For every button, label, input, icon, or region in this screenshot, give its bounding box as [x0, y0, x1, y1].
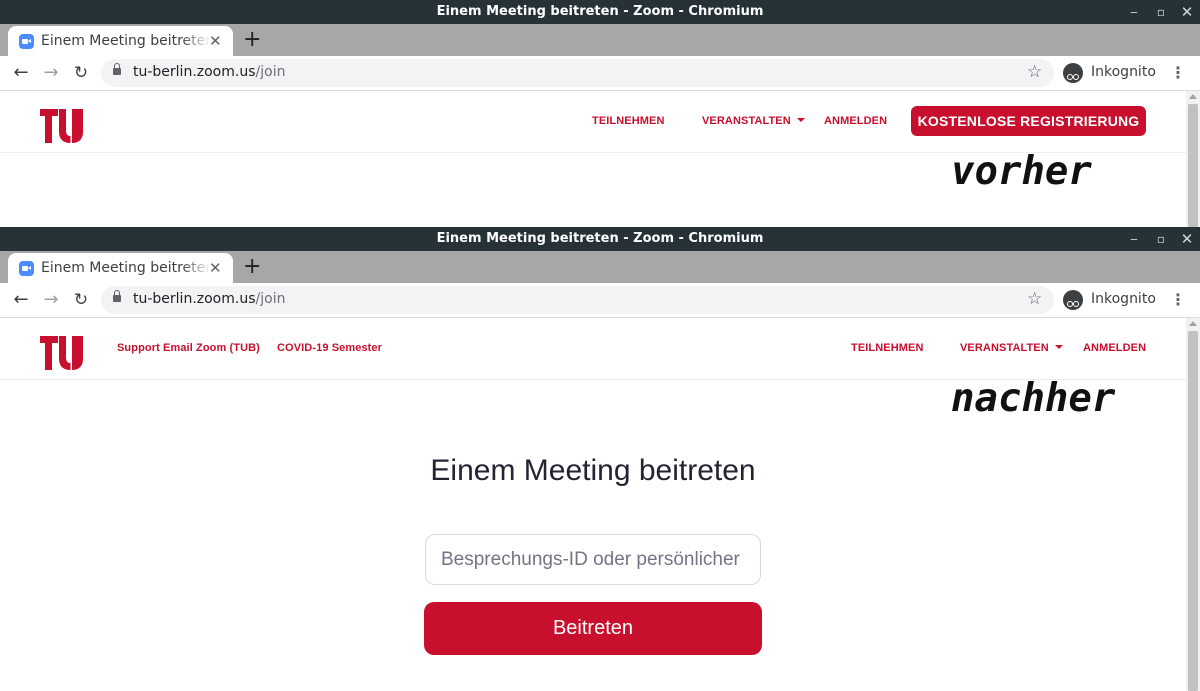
minimize-icon[interactable]: ‒	[1124, 227, 1144, 251]
browser-menu-icon[interactable]: ⋮	[1170, 288, 1186, 312]
reload-icon[interactable]: ↻	[69, 61, 93, 85]
lock-icon[interactable]	[113, 290, 121, 302]
window-title: Einem Meeting beitreten - Zoom - Chromiu…	[436, 4, 764, 19]
scrollbar-thumb[interactable]	[1188, 104, 1198, 227]
title-bar: Einem Meeting beitreten - Zoom - Chromiu…	[0, 227, 1200, 251]
page-scrollbar[interactable]	[1186, 91, 1200, 227]
close-window-icon[interactable]: ✕	[1177, 0, 1197, 24]
nav-signin-link[interactable]: ANMELDEN	[1083, 342, 1146, 354]
bookmark-star-icon[interactable]: ☆	[1027, 289, 1042, 309]
tu-berlin-logo[interactable]	[40, 109, 85, 143]
forward-arrow-icon[interactable]: →	[39, 288, 63, 312]
nav-join-link[interactable]: TEILNEHMEN	[851, 342, 924, 354]
browser-menu-icon[interactable]: ⋮	[1170, 61, 1186, 85]
incognito-icon	[1063, 290, 1083, 310]
maximize-icon[interactable]: ▫	[1151, 227, 1171, 251]
scroll-up-arrow-icon[interactable]	[1189, 94, 1197, 99]
browser-toolbar: ← → ↻ tu-berlin.zoom.us/join ☆ Inkognito…	[0, 283, 1200, 318]
after-label: nachher	[951, 376, 1116, 421]
page-title: Einem Meeting beitreten	[430, 454, 756, 487]
bookmark-star-icon[interactable]: ☆	[1027, 62, 1042, 82]
scrollbar-thumb[interactable]	[1188, 331, 1198, 691]
incognito-label: Inkognito	[1091, 64, 1156, 80]
site-header: Support Email Zoom (TUB) COVID-19 Semest…	[0, 318, 1186, 380]
meeting-id-input[interactable]	[425, 534, 761, 585]
join-button[interactable]: Beitreten	[424, 602, 762, 655]
address-bar[interactable]: tu-berlin.zoom.us/join ☆	[101, 59, 1054, 87]
forward-arrow-icon[interactable]: →	[39, 61, 63, 85]
browser-tab[interactable]: Einem Meeting beitreten - Zoom ✕	[8, 253, 233, 283]
incognito-icon	[1063, 63, 1083, 83]
tab-title: Einem Meeting beitreten - Zoom	[41, 260, 211, 278]
page-scrollbar[interactable]	[1186, 318, 1200, 691]
nav-signin-link[interactable]: ANMELDEN	[824, 115, 887, 127]
tab-strip: Einem Meeting beitreten - Zoom ✕ +	[0, 24, 1200, 56]
zoom-favicon-icon	[19, 261, 34, 276]
lock-icon[interactable]	[113, 63, 121, 75]
nav-host-label: VERANSTALTEN	[702, 115, 791, 127]
caret-down-icon	[796, 118, 805, 122]
browser-window-before: Einem Meeting beitreten - Zoom - Chromiu…	[0, 0, 1200, 227]
browser-window-after: Einem Meeting beitreten - Zoom - Chromiu…	[0, 227, 1200, 691]
browser-toolbar: ← → ↻ tu-berlin.zoom.us/join ☆ Inkognito…	[0, 56, 1200, 91]
tab-title: Einem Meeting beitreten - Zoom	[41, 33, 211, 51]
tab-close-icon[interactable]: ✕	[209, 32, 222, 50]
tu-berlin-logo[interactable]	[40, 336, 85, 370]
maximize-icon[interactable]: ▫	[1151, 0, 1171, 24]
before-label: vorher	[951, 149, 1092, 194]
back-arrow-icon[interactable]: ←	[9, 61, 33, 85]
nav-covid-link[interactable]: COVID-19 Semester	[277, 342, 382, 354]
scroll-up-arrow-icon[interactable]	[1189, 321, 1197, 326]
site-header: TEILNEHMEN VERANSTALTEN ANMELDEN KOSTENL…	[0, 91, 1186, 153]
reload-icon[interactable]: ↻	[69, 288, 93, 312]
browser-tab[interactable]: Einem Meeting beitreten - Zoom ✕	[8, 26, 233, 56]
minimize-icon[interactable]: ‒	[1124, 0, 1144, 24]
address-bar[interactable]: tu-berlin.zoom.us/join ☆	[101, 286, 1054, 314]
nav-host-menu[interactable]: VERANSTALTEN	[702, 115, 805, 127]
register-button[interactable]: KOSTENLOSE REGISTRIERUNG	[911, 106, 1146, 136]
incognito-label: Inkognito	[1091, 291, 1156, 307]
title-bar: Einem Meeting beitreten - Zoom - Chromiu…	[0, 0, 1200, 24]
new-tab-icon[interactable]: +	[243, 254, 261, 279]
nav-support-link[interactable]: Support Email Zoom (TUB)	[117, 342, 260, 354]
zoom-favicon-icon	[19, 34, 34, 49]
back-arrow-icon[interactable]: ←	[9, 288, 33, 312]
nav-host-label: VERANSTALTEN	[960, 342, 1049, 354]
close-window-icon[interactable]: ✕	[1177, 227, 1197, 251]
url-text[interactable]: tu-berlin.zoom.us/join	[133, 291, 285, 307]
window-title: Einem Meeting beitreten - Zoom - Chromiu…	[436, 231, 764, 246]
tab-close-icon[interactable]: ✕	[209, 259, 222, 277]
nav-join-link[interactable]: TEILNEHMEN	[592, 115, 665, 127]
caret-down-icon	[1054, 345, 1063, 349]
web-page: Support Email Zoom (TUB) COVID-19 Semest…	[0, 318, 1186, 691]
web-page: TEILNEHMEN VERANSTALTEN ANMELDEN KOSTENL…	[0, 91, 1186, 227]
url-text[interactable]: tu-berlin.zoom.us/join	[133, 64, 285, 80]
new-tab-icon[interactable]: +	[243, 27, 261, 52]
tab-strip: Einem Meeting beitreten - Zoom ✕ +	[0, 251, 1200, 283]
nav-host-menu[interactable]: VERANSTALTEN	[960, 342, 1063, 354]
